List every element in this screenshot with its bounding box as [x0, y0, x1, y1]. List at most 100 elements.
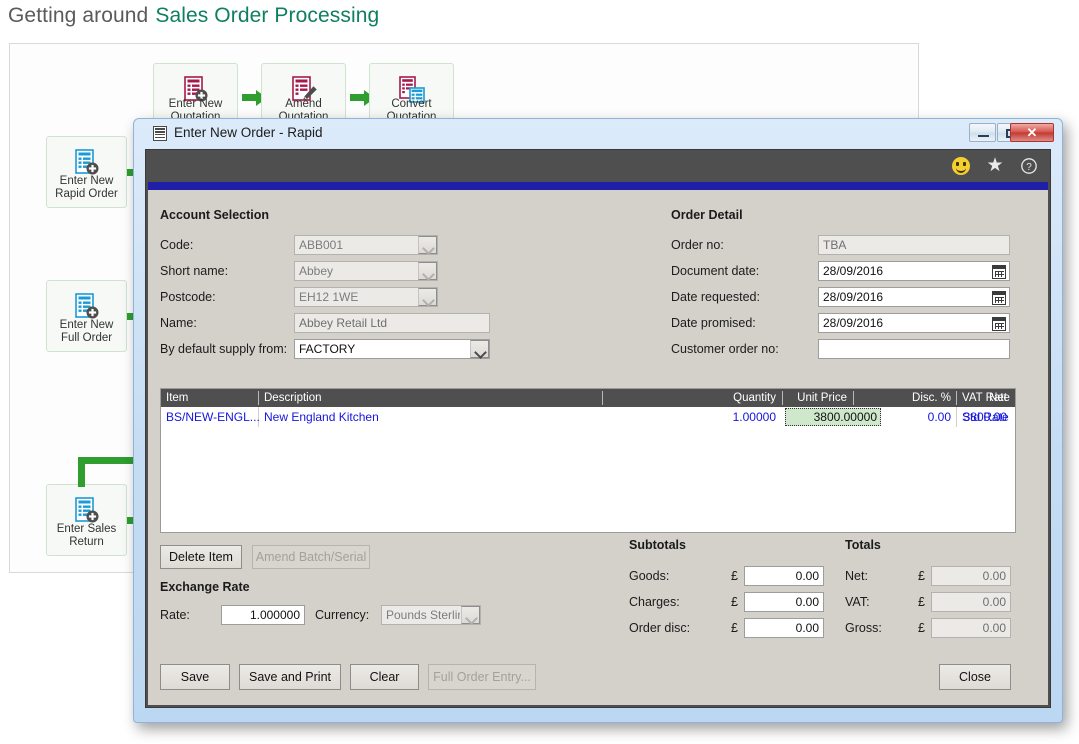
chevron-down-icon[interactable] — [461, 606, 480, 624]
order-disc-value: 0.00 — [795, 621, 819, 635]
calendar-icon[interactable] — [992, 291, 1006, 305]
enter-new-order-dialog: Enter New Order - Rapid ✕ ★ ? Account Se… — [133, 118, 1063, 723]
charges-field[interactable]: 0.00 — [744, 592, 824, 612]
date-requested-value: 28/09/2016 — [823, 290, 884, 304]
help-icon[interactable]: ? — [1020, 157, 1038, 175]
grid-col-net[interactable]: Net — [861, 389, 1007, 407]
order-disc-field[interactable]: 0.00 — [744, 618, 824, 638]
flow-arrow-return-top-line — [78, 457, 136, 464]
smiley-icon[interactable] — [952, 157, 970, 175]
flow-node-label: Enter Sales Return — [56, 523, 117, 548]
flow-node-label: Enter New Rapid Order — [55, 175, 118, 200]
vat-total-value: 0.00 — [982, 595, 1006, 609]
order-no-value: TBA — [823, 238, 847, 252]
gross-currency-symbol: £ — [918, 621, 925, 635]
order-disc-label: Order disc: — [629, 621, 691, 635]
postcode-combo[interactable]: EH12 1WE — [294, 287, 438, 307]
flow-node-enter-sales-return[interactable]: Enter Sales Return — [46, 484, 127, 556]
exchange-rate-title: Exchange Rate — [160, 580, 250, 594]
date-promised-label: Date promised: — [671, 316, 756, 330]
subtotals-title: Subtotals — [629, 538, 686, 552]
new-rapid-order-icon — [47, 148, 126, 178]
order-lines-grid[interactable]: Item Description Quantity Unit Price Dis… — [160, 388, 1016, 533]
document-date-value: 28/09/2016 — [823, 264, 884, 278]
code-label: Code: — [160, 238, 194, 252]
supply-from-select[interactable]: FACTORY — [294, 339, 490, 359]
calendar-icon[interactable] — [992, 265, 1006, 279]
short-name-combo[interactable]: Abbey — [294, 261, 438, 281]
delete-item-button[interactable]: Delete Item — [160, 545, 242, 569]
supply-from-label: By default supply from: — [160, 342, 288, 356]
net-total-value: 0.00 — [982, 569, 1006, 583]
rate-field[interactable]: 1.000000 — [221, 605, 305, 625]
code-combo[interactable]: ABB001 — [294, 235, 438, 255]
page-title: Getting around Sales Order Processing — [8, 4, 379, 28]
vat-currency-symbol: £ — [918, 595, 925, 609]
postcode-label: Postcode: — [160, 290, 216, 304]
order-no-field: TBA — [818, 235, 1010, 255]
charges-value: 0.00 — [795, 595, 819, 609]
date-requested-label: Date requested: — [671, 290, 760, 304]
goods-value: 0.00 — [795, 569, 819, 583]
code-value: ABB001 — [299, 238, 344, 252]
net-total-field: 0.00 — [931, 566, 1011, 586]
order-disc-currency-symbol: £ — [731, 621, 738, 635]
grid-header-row: Item Description Quantity Unit Price Dis… — [161, 389, 1015, 407]
svg-text:?: ? — [1026, 162, 1032, 173]
dialog-titlebar[interactable]: Enter New Order - Rapid ✕ — [134, 119, 1062, 149]
gross-total-value: 0.00 — [982, 621, 1006, 635]
cell-description[interactable]: New England Kitchen — [264, 407, 379, 427]
favourite-star-icon[interactable]: ★ — [986, 156, 1004, 175]
dialog-body: ★ ? Account Selection Code: ABB001 Short… — [145, 149, 1051, 708]
net-label: Net: — [845, 569, 868, 583]
close-icon: ✕ — [1026, 125, 1038, 140]
sales-return-icon — [47, 496, 126, 526]
name-field: Abbey Retail Ltd — [294, 313, 490, 333]
cell-item[interactable]: BS/NEW-ENGL... — [166, 407, 260, 427]
dialog-content: Account Selection Code: ABB001 Short nam… — [148, 190, 1048, 705]
dialog-title: Enter New Order - Rapid — [174, 125, 323, 140]
currency-label: Currency: — [315, 608, 370, 622]
grid-col-description[interactable]: Description — [264, 389, 322, 407]
chevron-down-icon[interactable] — [418, 262, 437, 280]
date-promised-value: 28/09/2016 — [823, 316, 884, 330]
minimize-button[interactable] — [969, 123, 996, 142]
customer-order-no-label: Customer order no: — [671, 342, 779, 356]
date-requested-field[interactable]: 28/09/2016 — [818, 287, 1010, 307]
document-date-field[interactable]: 28/09/2016 — [818, 261, 1010, 281]
document-date-label: Document date: — [671, 264, 760, 278]
vat-label: VAT: — [845, 595, 870, 609]
rate-label: Rate: — [160, 608, 190, 622]
page-title-subject: Sales Order Processing — [155, 4, 380, 27]
close-window-button[interactable]: ✕ — [1010, 123, 1054, 142]
flow-node-enter-new-full-order[interactable]: Enter New Full Order — [46, 280, 127, 352]
new-full-order-icon — [47, 292, 126, 322]
goods-field[interactable]: 0.00 — [744, 566, 824, 586]
chevron-down-icon[interactable] — [470, 340, 489, 358]
accent-bar — [148, 182, 1048, 190]
clear-button[interactable]: Clear — [350, 664, 419, 690]
dialog-toolbar: ★ ? — [146, 150, 1050, 182]
charges-label: Charges: — [629, 595, 680, 609]
calendar-icon[interactable] — [992, 317, 1006, 331]
flow-node-enter-new-rapid-order[interactable]: Enter New Rapid Order — [46, 136, 127, 208]
supply-from-value: FACTORY — [299, 342, 356, 356]
save-and-print-button[interactable]: Save and Print — [239, 664, 341, 690]
grid-document-icon — [153, 126, 167, 141]
cell-net[interactable]: 3800.00 — [861, 407, 1007, 427]
save-button[interactable]: Save — [160, 664, 230, 690]
customer-order-no-field[interactable] — [818, 339, 1010, 359]
currency-combo[interactable]: Pounds Sterling — [381, 605, 481, 625]
table-row[interactable]: BS/NEW-ENGL... New England Kitchen 1.000… — [161, 407, 1015, 427]
chevron-down-icon[interactable] — [418, 288, 437, 306]
close-button[interactable]: Close — [939, 664, 1011, 690]
grid-col-item[interactable]: Item — [166, 389, 188, 407]
vat-total-field: 0.00 — [931, 592, 1011, 612]
name-value: Abbey Retail Ltd — [299, 316, 388, 330]
date-promised-field[interactable]: 28/09/2016 — [818, 313, 1010, 333]
amend-batch-serial-button: Amend Batch/Serial — [252, 545, 370, 569]
short-name-label: Short name: — [160, 264, 229, 278]
chevron-down-icon[interactable] — [418, 236, 437, 254]
gross-label: Gross: — [845, 621, 882, 635]
account-selection-title: Account Selection — [160, 208, 270, 222]
